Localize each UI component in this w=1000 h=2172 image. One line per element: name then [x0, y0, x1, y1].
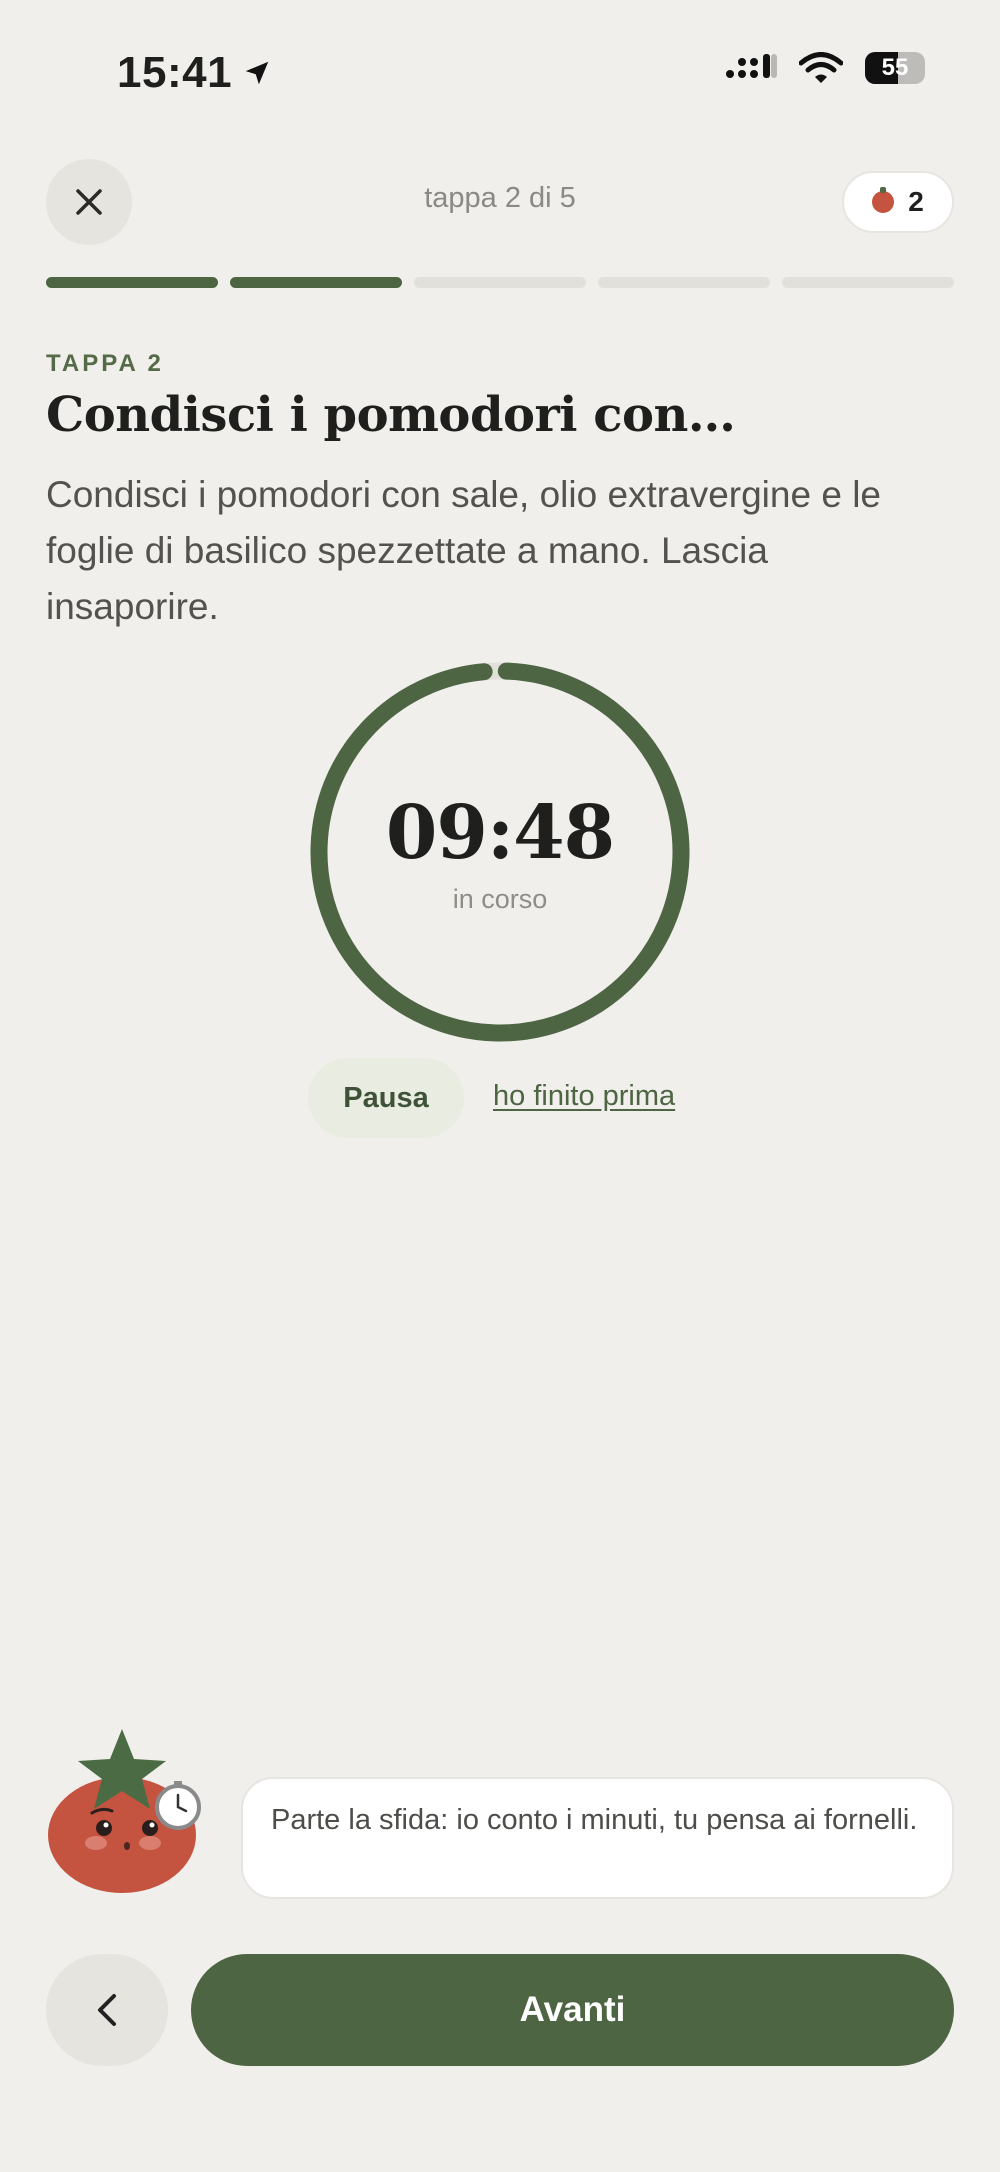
- step-progress-bar: [46, 277, 954, 288]
- chevron-left-icon: [98, 1994, 116, 2026]
- tomato-count: 2: [908, 186, 924, 217]
- progress-segment: [230, 277, 402, 288]
- step-eyebrow: TAPPA 2: [46, 350, 164, 377]
- step-title: Condisci i pomodori con…: [46, 387, 736, 443]
- timer-status: in corso: [452, 884, 548, 914]
- status-bar-time: 15:41: [117, 48, 272, 98]
- tomato-mascot-icon: [48, 1729, 201, 1893]
- status-bar-indicators: 55: [725, 52, 925, 84]
- progress-segment: [782, 277, 954, 288]
- wifi-icon: [799, 52, 843, 83]
- progress-segment: [598, 277, 770, 288]
- timer-countdown: 09:48: [385, 790, 615, 876]
- back-button[interactable]: [46, 1954, 168, 2066]
- battery-indicator: 55: [865, 52, 925, 84]
- tomato-icon: [872, 187, 895, 213]
- finish-early-link[interactable]: ho finito prima: [493, 1080, 675, 1113]
- cellular-signal-icon: [726, 54, 777, 78]
- clock-text: 15:41: [117, 48, 233, 97]
- pause-button[interactable]: Pausa: [308, 1058, 464, 1138]
- tomato-count-badge[interactable]: 2: [842, 171, 954, 233]
- step-description: Condisci i pomodori con sale, olio extra…: [46, 474, 881, 627]
- mascot-speech-bubble: Parte la sfida: io conto i minuti, tu pe…: [241, 1777, 954, 1899]
- battery-icon: 55: [865, 52, 925, 84]
- next-button[interactable]: Avanti: [191, 1954, 954, 2066]
- progress-segment: [414, 277, 586, 288]
- location-arrow-icon: [245, 61, 269, 85]
- battery-level: 55: [881, 54, 909, 81]
- progress-segment: [46, 277, 218, 288]
